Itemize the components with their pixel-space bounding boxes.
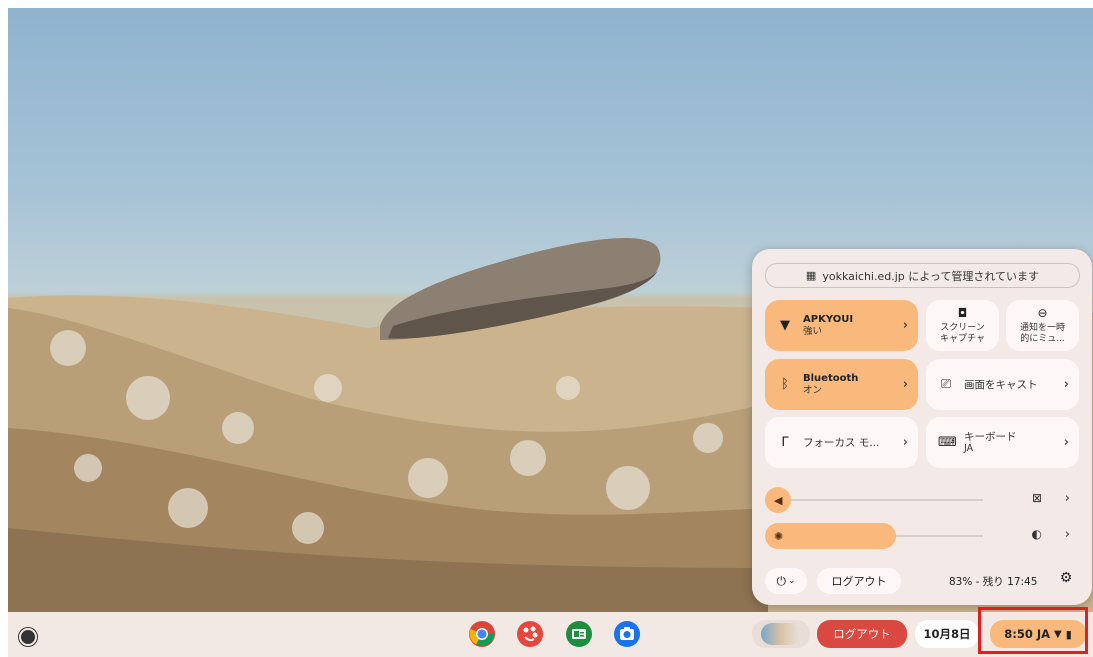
camera-icon[interactable] xyxy=(613,620,641,648)
keyboard-title: キーボード xyxy=(964,430,1017,443)
palette-icon[interactable] xyxy=(516,620,544,648)
user-avatar-button[interactable] xyxy=(752,620,810,648)
date-button[interactable]: 10月8日 xyxy=(915,620,979,648)
managed-by-banner[interactable]: ▦ yokkaichi.ed.jp によって管理されています xyxy=(765,263,1080,288)
shelf-logout-button[interactable]: ログアウト xyxy=(817,620,907,648)
cast-tile[interactable]: ⎚ 画面をキャスト › xyxy=(926,359,1079,410)
cast-icon: ⎚ xyxy=(940,377,952,392)
launcher-button[interactable] xyxy=(19,628,37,646)
focus-mode-tile[interactable]: ᒥ フォーカス モ... › xyxy=(765,417,918,468)
keyboard-layout: JA xyxy=(964,442,974,454)
chevron-right-icon: › xyxy=(902,318,908,333)
focus-mode-label: フォーカス モ... xyxy=(803,437,880,449)
shelf: ログアウト 10月8日 8:50 JA ▼ ▮ xyxy=(8,612,1093,657)
volume-icon: ◀ xyxy=(774,493,783,507)
dnd-label-2: 的にミュ... xyxy=(1020,334,1065,344)
do-not-disturb-tile[interactable]: ⊖ 通知を一時 的にミュ... xyxy=(1006,300,1079,351)
screen-capture-label-1: スクリーン xyxy=(940,323,985,333)
bluetooth-icon: ᛒ xyxy=(781,377,789,392)
bluetooth-tile[interactable]: ᛒ Bluetooth オン › xyxy=(765,359,918,410)
night-light-off-icon[interactable]: ◐ xyxy=(1032,527,1042,541)
wifi-icon: ▼ xyxy=(780,318,790,333)
quick-settings-panel: ▦ yokkaichi.ed.jp によって管理されています ▼ APKYOUI… xyxy=(752,249,1092,605)
settings-gear-icon[interactable]: ⚙ xyxy=(1055,570,1077,592)
power-icon: ⏻ xyxy=(776,573,786,588)
chrome-icon[interactable] xyxy=(468,620,496,648)
screen-capture-tile[interactable]: ◘ スクリーン キャプチャ xyxy=(926,300,999,351)
volume-fill[interactable]: ◀ xyxy=(765,487,791,513)
wifi-network-name: APKYOUI xyxy=(803,313,854,325)
chevron-right-icon: › xyxy=(902,377,908,392)
power-menu-button[interactable]: ⏻ ⌄ xyxy=(765,568,807,594)
highlight-box xyxy=(978,607,1088,654)
do-not-disturb-icon: ⊖ xyxy=(1037,306,1048,320)
volume-slider[interactable]: ◀ ⊠ › xyxy=(765,487,1078,513)
bluetooth-title: Bluetooth xyxy=(803,372,859,384)
managed-by-text: yokkaichi.ed.jp によって管理されています xyxy=(822,269,1040,283)
battery-status[interactable]: 83% - 残り 17:45 xyxy=(949,574,1037,589)
wifi-tile[interactable]: ▼ APKYOUI 強い › xyxy=(765,300,918,351)
brightness-fill[interactable]: ✺ xyxy=(765,523,896,549)
chevron-right-icon: › xyxy=(1063,377,1069,392)
logout-button[interactable]: ログアウト xyxy=(817,568,901,594)
focus-mode-icon: ᒥ xyxy=(781,435,789,450)
quick-settings-footer: ⏻ ⌄ ログアウト 83% - 残り 17:45 ⚙ xyxy=(765,568,1078,594)
chevron-right-icon: › xyxy=(1063,435,1069,450)
chevron-right-icon[interactable]: › xyxy=(1065,491,1070,506)
chevron-down-icon: ⌄ xyxy=(787,576,796,586)
keyboard-tile[interactable]: ⌨ キーボード JA › xyxy=(926,417,1079,468)
screen-capture-icon: ◘ xyxy=(957,306,968,320)
brightness-slider[interactable]: ✺ ◐ › xyxy=(765,523,1078,549)
brightness-icon: ✺ xyxy=(774,529,784,543)
avatar xyxy=(761,623,801,645)
classroom-icon[interactable] xyxy=(565,620,593,648)
bluetooth-status: オン xyxy=(803,384,823,396)
screen-capture-label-2: キャプチャ xyxy=(940,334,985,344)
volume-track xyxy=(765,499,983,501)
dnd-label-1: 通知を一時 xyxy=(1019,323,1065,333)
camera-off-icon[interactable]: ⊠ xyxy=(1032,491,1042,505)
chevron-right-icon: › xyxy=(902,435,908,450)
keyboard-icon: ⌨ xyxy=(938,435,957,450)
chevron-right-icon[interactable]: › xyxy=(1065,527,1070,542)
building-icon: ▦ xyxy=(805,269,817,282)
cast-label: 画面をキャスト xyxy=(964,379,1038,391)
wifi-signal-strength: 強い xyxy=(803,325,823,337)
